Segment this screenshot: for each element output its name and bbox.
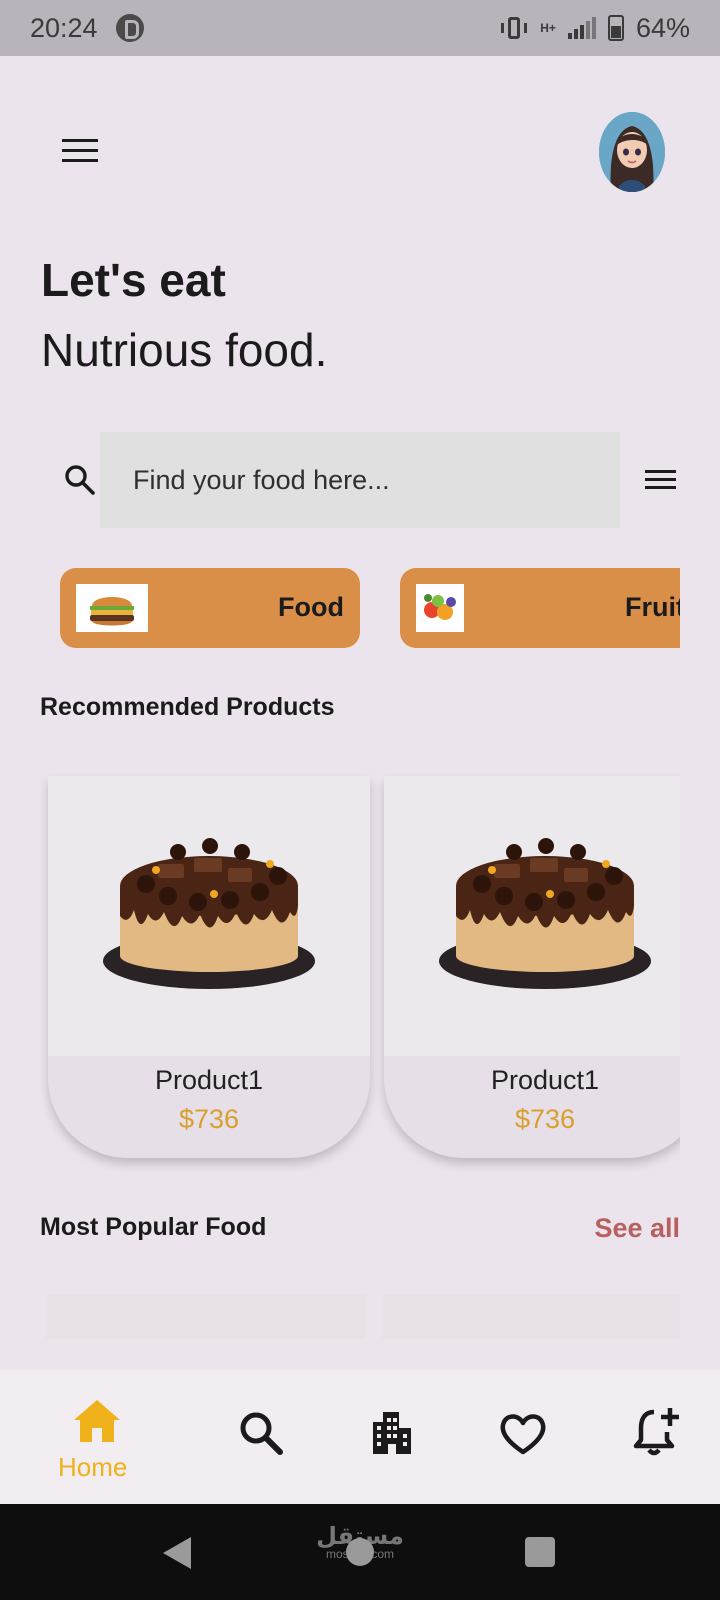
- popular-food-list: [46, 1295, 680, 1339]
- search-icon: [240, 1412, 283, 1455]
- recommended-products: Product1 $736 Product1 $736: [40, 770, 680, 1180]
- popular-food-card[interactable]: [46, 1295, 366, 1339]
- recommended-title: Recommended Products: [40, 693, 335, 721]
- status-bar: 20:24 H+ 64%: [0, 0, 720, 56]
- home-button-icon[interactable]: [346, 1538, 374, 1566]
- category-list: Food Fruit: [60, 568, 680, 648]
- nav-item-favorites[interactable]: [496, 1370, 550, 1504]
- status-time: 20:24: [30, 12, 98, 43]
- nav-label-home: Home: [58, 1452, 128, 1482]
- status-icons: H+ 64%: [500, 13, 690, 44]
- buildings-icon: [373, 1412, 411, 1454]
- product-name: Product1: [490, 1065, 600, 1095]
- bottom-navigation: Home: [0, 1370, 720, 1504]
- product-card[interactable]: Product1 $736: [384, 776, 680, 1158]
- home-icon: [74, 1400, 120, 1442]
- network-type: H+: [540, 21, 556, 35]
- user-avatar[interactable]: [599, 112, 665, 192]
- battery-icon: [607, 15, 624, 41]
- product-name: Product1: [154, 1065, 264, 1095]
- nav-item-search[interactable]: [236, 1370, 286, 1504]
- popular-food-card[interactable]: [382, 1295, 680, 1339]
- system-navigation-bar: مستقل mostaql.com: [0, 1504, 720, 1600]
- heart-icon: [500, 1414, 546, 1455]
- fruits-image: [416, 584, 464, 632]
- menu-icon[interactable]: [62, 139, 98, 163]
- filter-menu-icon[interactable]: [645, 470, 676, 490]
- product-price: $736: [178, 1104, 240, 1134]
- burger-image: [76, 584, 148, 632]
- search-input[interactable]: [100, 432, 620, 528]
- avatar-illustration: [599, 112, 665, 192]
- search-icon[interactable]: [64, 464, 96, 496]
- battery-percent: 64%: [635, 12, 690, 43]
- category-label: Fruit: [625, 592, 680, 622]
- nav-item-notifications[interactable]: [628, 1370, 684, 1504]
- nav-item-home[interactable]: Home: [58, 1370, 148, 1504]
- back-icon[interactable]: [163, 1537, 191, 1569]
- signal-icon: [567, 17, 596, 39]
- category-label: Food: [278, 592, 344, 622]
- chocolate-cake-image: [384, 776, 680, 1056]
- chocolate-cake-image: [48, 776, 370, 1056]
- product-card[interactable]: Product1 $736: [48, 776, 370, 1158]
- product-price: $736: [514, 1104, 576, 1134]
- recent-apps-icon[interactable]: [525, 1537, 555, 1567]
- category-chip-fruit[interactable]: Fruit: [400, 568, 680, 648]
- hero-title: Let's eat: [41, 254, 226, 306]
- popular-title: Most Popular Food: [40, 1213, 267, 1241]
- category-chip-food[interactable]: Food: [60, 568, 360, 648]
- notification-add-icon: [633, 1408, 679, 1456]
- vibrate-icon: [500, 15, 528, 41]
- nav-item-buildings[interactable]: [366, 1370, 416, 1504]
- app-notification-icon: [115, 14, 144, 42]
- hero-subtitle: Nutrious food.: [41, 324, 328, 376]
- see-all-link[interactable]: See all: [594, 1213, 680, 1244]
